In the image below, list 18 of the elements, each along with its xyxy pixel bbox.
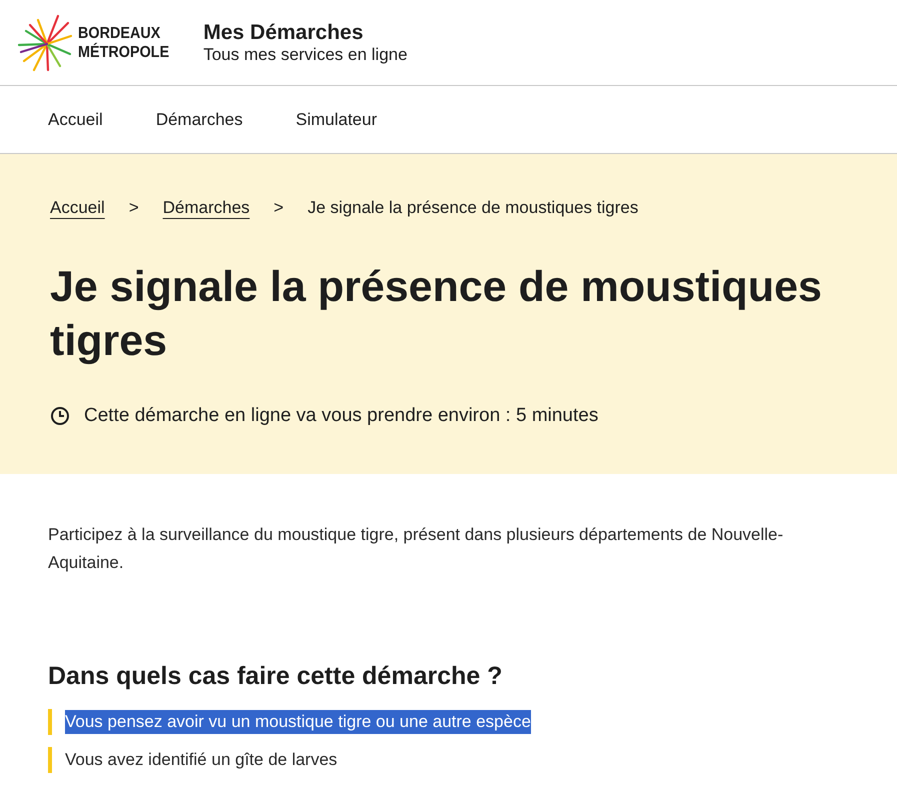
site-title: Mes Démarches bbox=[203, 20, 364, 45]
breadcrumb-separator: > bbox=[274, 198, 284, 218]
clock-icon bbox=[50, 406, 70, 426]
breadcrumb-link[interactable]: Accueil bbox=[50, 198, 105, 218]
logo-wordmark: BORDEAUX MÉTROPOLE bbox=[78, 24, 170, 62]
intro-text: Participez à la surveillance du moustique tigre, présent dans plusieurs départements de Nouvelle-Aquitaine. bbox=[48, 524, 784, 574]
case-item: Vous avez identifié un gîte de larves bbox=[65, 749, 338, 771]
case-item: Vous pensez avoir vu un moustique tigre ou une autre espèce bbox=[65, 710, 531, 734]
page-title: Je signale la présence de moustiques tigres bbox=[50, 262, 823, 367]
breadcrumb-current: Je signale la présence de moustiques tigres bbox=[308, 198, 638, 218]
section-heading: Dans quels cas faire cette démarche ? bbox=[48, 661, 504, 691]
breadcrumb-link[interactable]: Démarches bbox=[162, 198, 250, 218]
nav-link[interactable]: Simulateur bbox=[296, 106, 377, 134]
nav-link[interactable]: Démarches bbox=[156, 106, 243, 134]
breadcrumb-separator: > bbox=[128, 198, 139, 218]
nav-link[interactable]: Accueil bbox=[48, 106, 103, 134]
site-subtitle: Tous mes services en ligne bbox=[203, 45, 408, 65]
duration-text: Cette démarche en ligne va vous prendre environ : 5 minutes bbox=[84, 405, 598, 427]
